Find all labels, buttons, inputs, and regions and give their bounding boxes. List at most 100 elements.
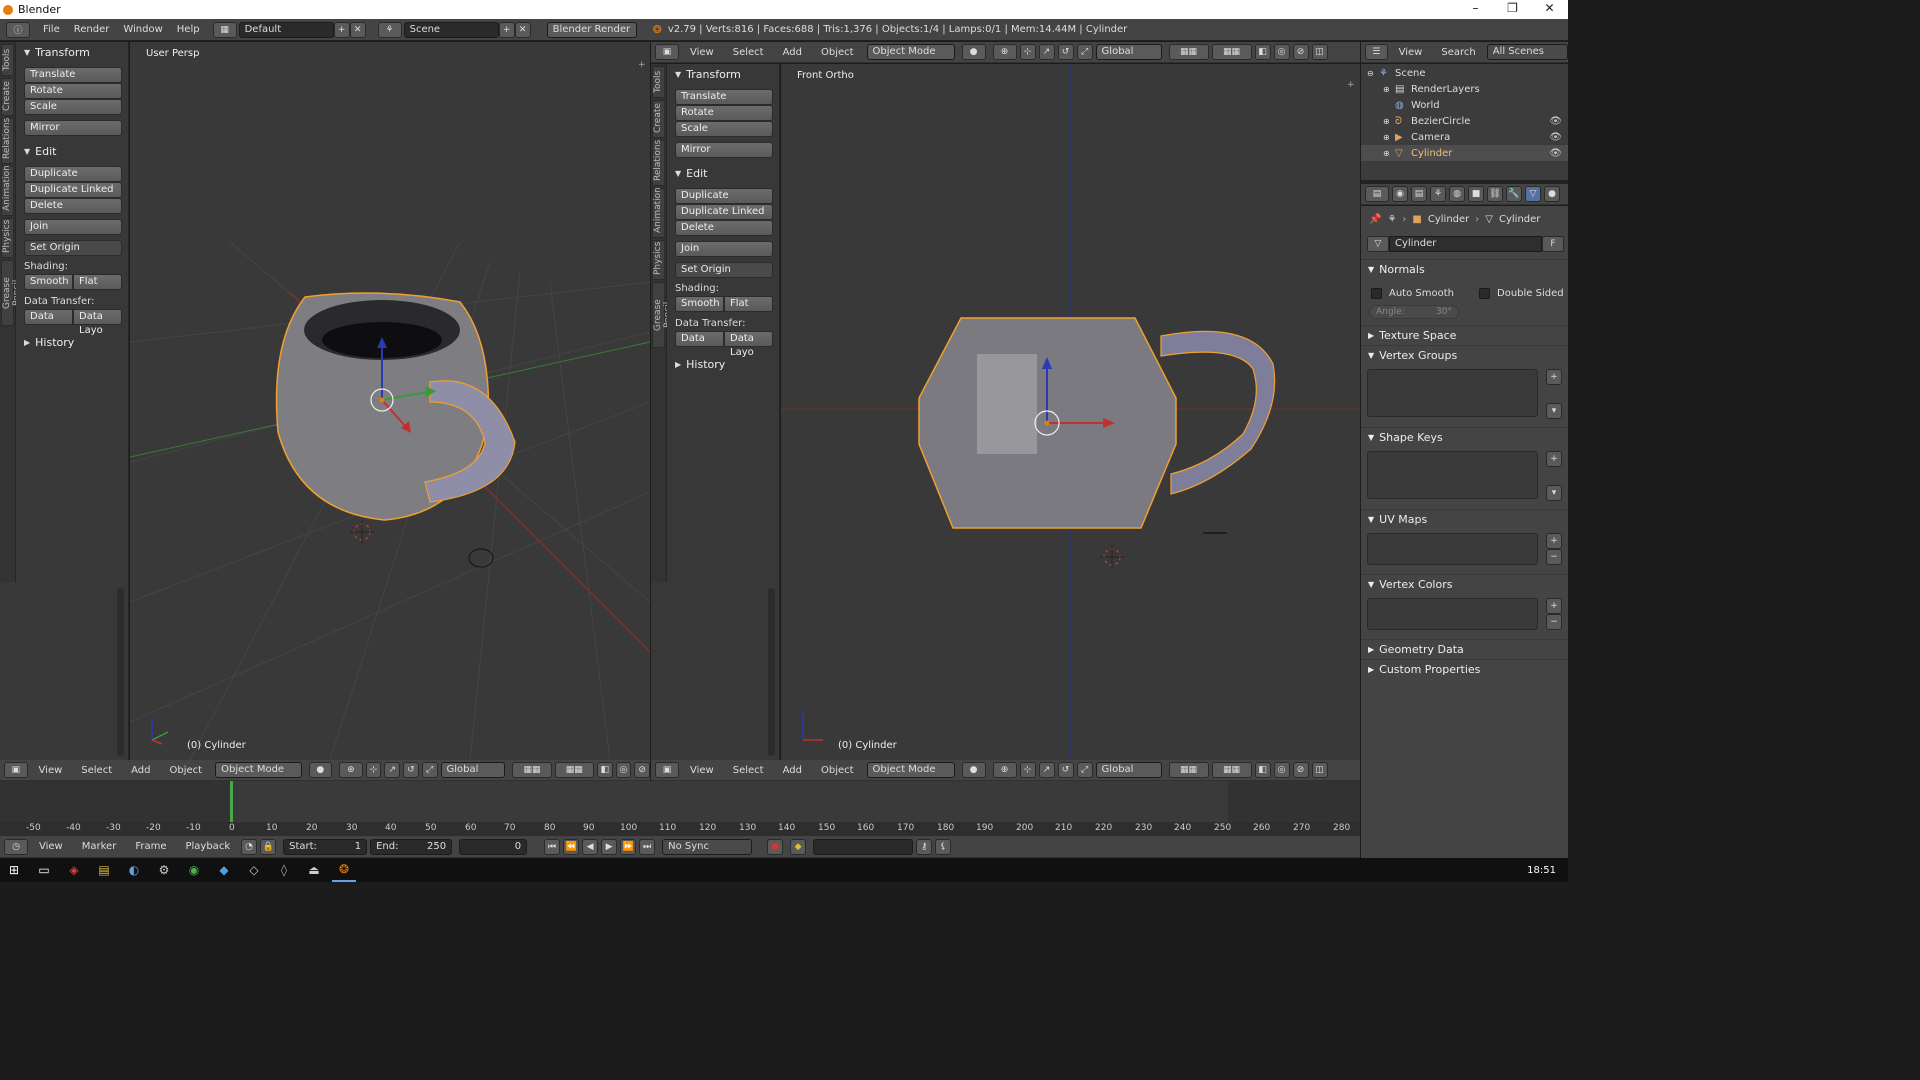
data-layout-button[interactable]: Data Layo: [724, 331, 773, 358]
data-button[interactable]: Data: [675, 331, 724, 347]
outliner-row-beziercircle[interactable]: ⊕ ᘐ BezierCircle 👁: [1361, 113, 1568, 129]
edit-panel-header[interactable]: ▼ Edit: [16, 142, 128, 160]
editor-type-timeline-icon[interactable]: ◷: [4, 838, 28, 855]
properties-toggle-icon[interactable]: +: [1347, 80, 1355, 90]
flat-button[interactable]: Flat: [724, 296, 773, 312]
end-frame-field[interactable]: End: 250: [370, 838, 453, 855]
translate-manipulator-icon[interactable]: ↗: [384, 762, 401, 778]
tab-animation[interactable]: Animation: [652, 187, 665, 238]
file-explorer-icon[interactable]: ▤: [92, 858, 116, 882]
outliner-row-scene[interactable]: ⊖ ⚘ Scene: [1361, 65, 1568, 81]
current-frame-field[interactable]: 0: [459, 838, 528, 855]
render-preview-icon[interactable]: ◫: [1311, 44, 1328, 60]
jump-start-icon[interactable]: ⏮: [544, 838, 561, 855]
rotate-manipulator-icon[interactable]: ↺: [1057, 44, 1074, 60]
tab-create[interactable]: Create: [1, 78, 14, 116]
translate-manipulator-icon[interactable]: ↗: [1038, 44, 1055, 60]
render-preview-icon[interactable]: ◫: [1311, 762, 1328, 778]
lock-layers-icon[interactable]: ◧: [1254, 762, 1271, 778]
scene-tab-icon[interactable]: ⚘: [1430, 186, 1446, 202]
viewport-shading-icon[interactable]: ●: [308, 762, 333, 778]
manipulator-icon[interactable]: ⊹: [1019, 762, 1036, 778]
keying-set-icon[interactable]: ◆: [790, 838, 807, 855]
timeline-menu-view[interactable]: View: [31, 841, 71, 852]
double-sided-checkbox[interactable]: [1479, 287, 1490, 299]
mode-selector[interactable]: Object Mode: [215, 762, 302, 778]
transform-panel-header[interactable]: ▼ Transform: [16, 43, 128, 61]
lock-layers-icon[interactable]: ◧: [596, 762, 613, 778]
vertex-group-menu-icon[interactable]: ▾: [1546, 403, 1562, 419]
settings-icon[interactable]: ⚙: [152, 858, 176, 882]
pin-icon[interactable]: 📌: [1369, 214, 1381, 225]
object-tab-icon[interactable]: ■: [1468, 186, 1484, 202]
add-vertex-group-button[interactable]: +: [1546, 369, 1562, 385]
blender-taskbar-icon[interactable]: ❂: [332, 858, 356, 882]
duplicate-button[interactable]: Duplicate: [24, 166, 122, 182]
app-icon[interactable]: ◐: [122, 858, 146, 882]
layout-icon[interactable]: ▦: [212, 21, 237, 38]
outliner-row-world[interactable]: ◍ World: [1361, 97, 1568, 113]
add-shape-key-button[interactable]: +: [1546, 451, 1562, 467]
normals-panel-header[interactable]: ▼ Normals: [1361, 259, 1568, 279]
tab-physics[interactable]: Physics: [652, 240, 665, 280]
rotate-button[interactable]: Rotate: [675, 105, 773, 121]
menu-select[interactable]: Select: [73, 765, 120, 776]
mirror-button[interactable]: Mirror: [675, 142, 773, 158]
editor-type-3d-icon[interactable]: ▣: [4, 762, 28, 778]
rotate-button[interactable]: Rotate: [24, 83, 122, 99]
left-3d-viewport[interactable]: User Persp (0) Cylinder +: [130, 42, 650, 760]
viewport-shading-icon[interactable]: ●: [961, 762, 986, 778]
timeline-menu-playback[interactable]: Playback: [177, 841, 238, 852]
texture-space-panel-header[interactable]: ▶ Texture Space: [1361, 325, 1568, 345]
keying-set-field[interactable]: [813, 838, 914, 855]
menu-add[interactable]: Add: [775, 47, 810, 58]
sync-mode-selector[interactable]: No Sync: [662, 838, 753, 855]
add-scene-button[interactable]: +: [498, 21, 515, 38]
visibility-eye-icon[interactable]: 👁: [1549, 132, 1562, 143]
frame-ruler[interactable]: -50 -40 -30 -20 -10 0 10 20 30 40 50 60 …: [0, 822, 1360, 836]
layers-grid-1[interactable]: ▦▦: [1168, 762, 1209, 778]
menu-view[interactable]: View: [682, 765, 722, 776]
material-tab-icon[interactable]: ●: [1544, 186, 1560, 202]
fake-user-button[interactable]: F: [1542, 236, 1564, 252]
menu-object[interactable]: Object: [813, 47, 862, 58]
scale-button[interactable]: Scale: [675, 121, 773, 137]
duplicate-linked-button[interactable]: Duplicate Linked: [24, 182, 122, 198]
record-keyframe-icon[interactable]: ●: [767, 838, 784, 855]
app-icon[interactable]: ◇: [242, 858, 266, 882]
start-frame-field[interactable]: Start: 1: [283, 838, 368, 855]
play-icon[interactable]: ▶: [601, 838, 618, 855]
pivot-point-icon[interactable]: ⊕: [339, 762, 363, 778]
scale-manipulator-icon[interactable]: ⤢: [421, 762, 438, 778]
scrollbar[interactable]: [768, 588, 775, 756]
windows-start-icon[interactable]: ⊞: [2, 858, 26, 882]
right-3d-viewport[interactable]: Front Ortho (0) Cylinder +: [781, 64, 1360, 760]
app-icon[interactable]: ◆: [212, 858, 236, 882]
set-origin-dropdown[interactable]: Set Origin: [675, 262, 773, 278]
playhead-cursor[interactable]: [230, 781, 233, 822]
uv-maps-panel-header[interactable]: ▼ UV Maps: [1361, 509, 1568, 529]
transform-orientation-selector[interactable]: Global: [1095, 44, 1162, 60]
shape-key-menu-icon[interactable]: ▾: [1546, 485, 1562, 501]
duplicate-linked-button[interactable]: Duplicate Linked: [675, 204, 773, 220]
history-panel-header[interactable]: ▶ History: [16, 333, 128, 351]
rotate-manipulator-icon[interactable]: ↺: [1057, 762, 1074, 778]
scale-button[interactable]: Scale: [24, 99, 122, 115]
remove-uv-map-button[interactable]: −: [1546, 549, 1562, 565]
collapse-icon[interactable]: ⊖: [1367, 69, 1379, 78]
duplicate-button[interactable]: Duplicate: [675, 188, 773, 204]
snap-icon[interactable]: ⊘: [634, 762, 651, 778]
editor-type-properties-icon[interactable]: ▤: [1365, 186, 1389, 202]
menu-render[interactable]: Render: [67, 24, 117, 35]
lock-layers-icon[interactable]: ◧: [1254, 44, 1271, 60]
history-panel-header[interactable]: ▶ History: [667, 355, 779, 373]
expand-icon[interactable]: ⊕: [1383, 117, 1395, 126]
app-icon[interactable]: ◊: [272, 858, 296, 882]
custom-properties-panel-header[interactable]: ▶ Custom Properties: [1361, 659, 1568, 679]
editor-type-outliner-icon[interactable]: ☰: [1365, 44, 1388, 60]
pivot-point-icon[interactable]: ⊕: [992, 762, 1017, 778]
add-layout-button[interactable]: +: [333, 21, 350, 38]
app-icon[interactable]: ⏏: [302, 858, 326, 882]
rotate-manipulator-icon[interactable]: ↺: [403, 762, 419, 778]
close-button[interactable]: ✕: [1531, 0, 1568, 19]
